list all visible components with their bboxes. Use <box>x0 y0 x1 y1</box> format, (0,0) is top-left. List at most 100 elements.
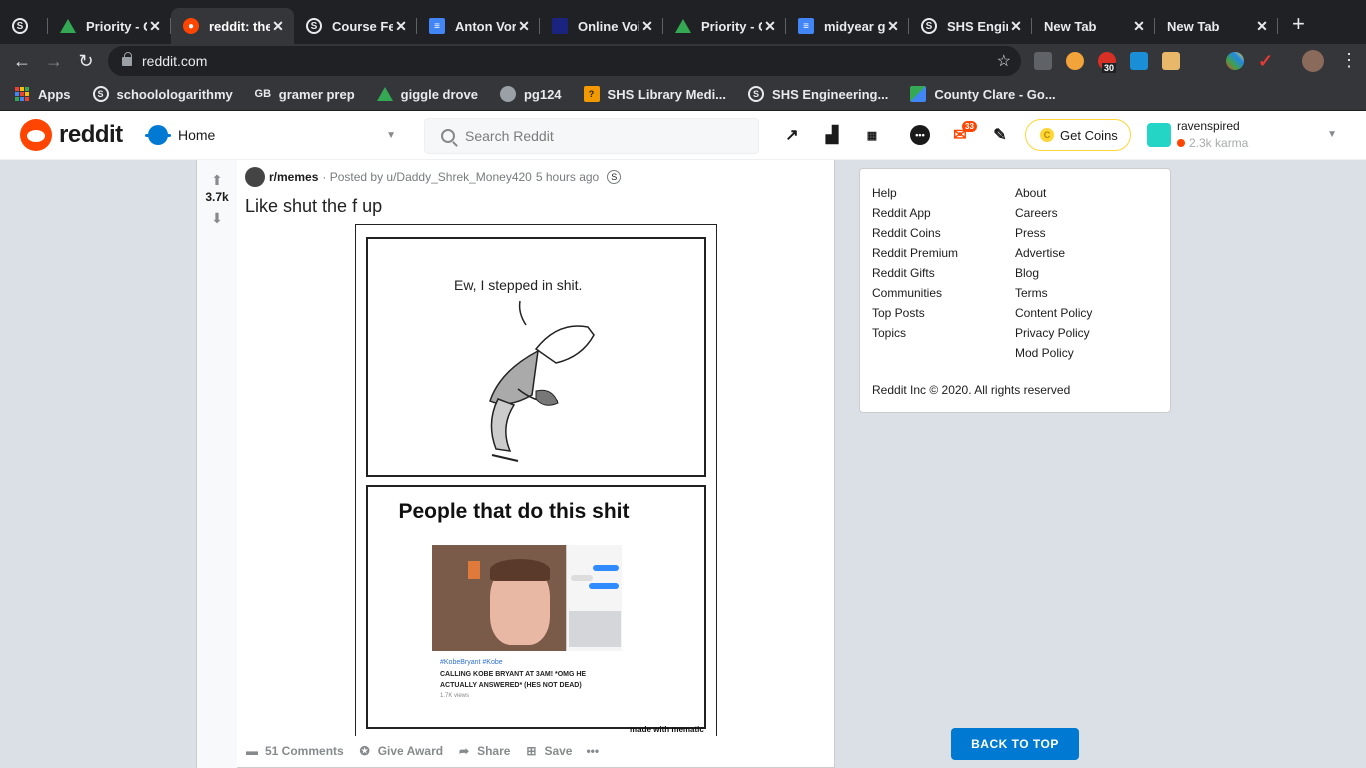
tab-new-tab-1[interactable]: New Tab ✕ <box>1032 8 1155 44</box>
search-bar[interactable] <box>424 118 759 154</box>
bookmark-county-clare[interactable]: County Clare - Go... <box>910 86 1056 102</box>
more-options-button[interactable]: ••• <box>586 744 599 758</box>
subreddit-icon[interactable] <box>245 167 265 187</box>
close-icon[interactable]: ✕ <box>147 18 163 35</box>
link-topics[interactable]: Topics <box>872 323 958 343</box>
bookmark-gramer-prep[interactable]: GB gramer prep <box>255 86 355 102</box>
leaderboard-icon[interactable]: ▟ <box>822 125 842 145</box>
post-image[interactable]: Ew, I stepped in shit. People that do th… <box>355 224 717 736</box>
comments-button[interactable]: ▬ 51 Comments <box>245 744 344 758</box>
close-icon[interactable]: ✕ <box>885 18 901 35</box>
bookmark-giggle-drove[interactable]: giggle drove <box>376 86 478 102</box>
bookmark-schoolologarithmy[interactable]: S schoolologarithmy <box>92 86 233 102</box>
link-careers[interactable]: Careers <box>1015 203 1092 223</box>
reload-icon[interactable]: ↻ <box>70 51 102 72</box>
close-icon[interactable]: ✕ <box>762 18 778 35</box>
tab-midyear[interactable]: ≡ midyear gr ✕ <box>786 8 909 44</box>
close-icon[interactable]: ✕ <box>1131 18 1147 35</box>
color-extension-icon[interactable] <box>1226 52 1244 70</box>
award-icon: S <box>607 170 622 184</box>
link-privacy-policy[interactable]: Privacy Policy <box>1015 323 1092 343</box>
footer-links-right: About Careers Press Advertise Blog Terms… <box>1015 183 1092 363</box>
link-reddit-premium[interactable]: Reddit Premium <box>872 243 958 263</box>
checklist-extension-icon[interactable] <box>1130 52 1148 70</box>
link-blog[interactable]: Blog <box>1015 263 1092 283</box>
tab-course[interactable]: S Course Fe ✕ <box>294 8 417 44</box>
save-button[interactable]: ⊞ Save <box>524 744 572 758</box>
maps-icon <box>910 86 927 102</box>
link-press[interactable]: Press <box>1015 223 1092 243</box>
link-content-policy[interactable]: Content Policy <box>1015 303 1092 323</box>
give-award-button[interactable]: ✪ Give Award <box>358 744 443 758</box>
search-input[interactable] <box>465 128 745 144</box>
reddit-logo-icon[interactable] <box>20 119 52 151</box>
bookmark-pg124[interactable]: pg124 <box>499 86 562 102</box>
menu-kebab-icon[interactable]: ⋮ <box>1340 50 1358 71</box>
crx-extension-icon[interactable] <box>1034 52 1052 70</box>
tab-shs-engineering[interactable]: S SHS Engin ✕ <box>909 8 1032 44</box>
new-tab-button[interactable]: + <box>1292 11 1305 37</box>
browser-tab-strip: S Priority - G ✕ ● reddit: the ✕ S Cours… <box>0 0 1366 44</box>
close-icon[interactable]: ✕ <box>393 18 409 35</box>
trending-icon[interactable]: ↗ <box>782 125 802 145</box>
downvote-arrow-icon[interactable]: ⬇ <box>210 210 224 226</box>
post-title[interactable]: Like shut the f up <box>245 196 382 217</box>
bookmark-label: SHS Engineering... <box>772 86 889 102</box>
post-time[interactable]: 5 hours ago <box>536 170 599 184</box>
bookmark-apps[interactable]: Apps <box>14 86 71 102</box>
link-advertise[interactable]: Advertise <box>1015 243 1092 263</box>
reddit-wordmark[interactable]: reddit <box>59 121 123 149</box>
chat-icon[interactable]: ••• <box>910 125 930 145</box>
post-card[interactable]: ⬆ 3.7k ⬇ r/memes · Posted by u/Daddy_Shr… <box>196 160 835 768</box>
owl-extension-icon[interactable] <box>1066 52 1084 70</box>
subreddit-link[interactable]: r/memes <box>269 170 318 184</box>
feed-selector[interactable]: Home ▼ <box>145 119 396 151</box>
face-extension-icon[interactable] <box>1162 52 1180 70</box>
bookmark-label: pg124 <box>523 86 562 102</box>
tab-title: midyear gr <box>824 18 885 34</box>
link-communities[interactable]: Communities <box>872 283 958 303</box>
tab-online-voice[interactable]: Online Voi ✕ <box>540 8 663 44</box>
tab-priority-2[interactable]: Priority - G ✕ <box>663 8 786 44</box>
tab-new-tab-2[interactable]: New Tab ✕ <box>1155 8 1278 44</box>
close-icon[interactable]: ✕ <box>1008 18 1024 35</box>
get-coins-button[interactable]: C Get Coins <box>1025 119 1131 151</box>
tab-anton[interactable]: ≡ Anton Vor ✕ <box>417 8 540 44</box>
posted-by[interactable]: · Posted by u/Daddy_Shrek_Money420 <box>322 170 531 184</box>
close-icon[interactable]: ✕ <box>639 18 655 35</box>
user-menu[interactable]: ravenspired 2.3k karma ▼ <box>1147 117 1347 153</box>
share-button[interactable]: ➦ Share <box>457 744 510 758</box>
bookmark-shs-engineering[interactable]: S SHS Engineering... <box>748 86 888 102</box>
back-icon[interactable]: ← <box>6 51 38 72</box>
forward-icon[interactable]: → <box>38 51 70 72</box>
create-post-pencil-icon[interactable]: ✎ <box>990 125 1010 145</box>
close-icon[interactable]: ✕ <box>1254 18 1270 35</box>
rpan-icon[interactable]: ▦ <box>862 125 882 145</box>
profile-avatar[interactable] <box>1302 50 1324 72</box>
close-icon[interactable]: ✕ <box>270 18 286 35</box>
tick-extension-icon[interactable]: ✓ <box>1258 52 1276 70</box>
upvote-arrow-icon[interactable]: ⬆ <box>210 172 224 188</box>
tab-priority-1[interactable]: Priority - G ✕ <box>48 8 171 44</box>
blank-extension-icon[interactable] <box>1196 54 1210 68</box>
back-to-top-button[interactable]: BACK TO TOP <box>951 728 1079 760</box>
karma-value: 2.3k karma <box>1189 136 1249 150</box>
link-help[interactable]: Help <box>872 183 958 203</box>
link-top-posts[interactable]: Top Posts <box>872 303 958 323</box>
save-icon: ⊞ <box>526 744 537 758</box>
tab-schoology[interactable]: S <box>0 8 48 44</box>
link-reddit-app[interactable]: Reddit App <box>872 203 958 223</box>
tab-reddit[interactable]: ● reddit: the ✕ <box>171 8 294 44</box>
bookmark-shs-library[interactable]: ? SHS Library Medi... <box>583 86 726 102</box>
message-bubble <box>571 575 593 581</box>
link-terms[interactable]: Terms <box>1015 283 1092 303</box>
bookmark-star-icon[interactable]: ☆ <box>997 51 1011 71</box>
close-icon[interactable]: ✕ <box>516 18 532 35</box>
address-bar[interactable]: reddit.com ☆ <box>108 46 1021 76</box>
link-about[interactable]: About <box>1015 183 1092 203</box>
link-reddit-gifts[interactable]: Reddit Gifts <box>872 263 958 283</box>
link-reddit-coins[interactable]: Reddit Coins <box>872 223 958 243</box>
award-icon: ✪ <box>359 744 370 758</box>
link-mod-policy[interactable]: Mod Policy <box>1015 343 1092 363</box>
library-icon: ? <box>583 86 600 102</box>
